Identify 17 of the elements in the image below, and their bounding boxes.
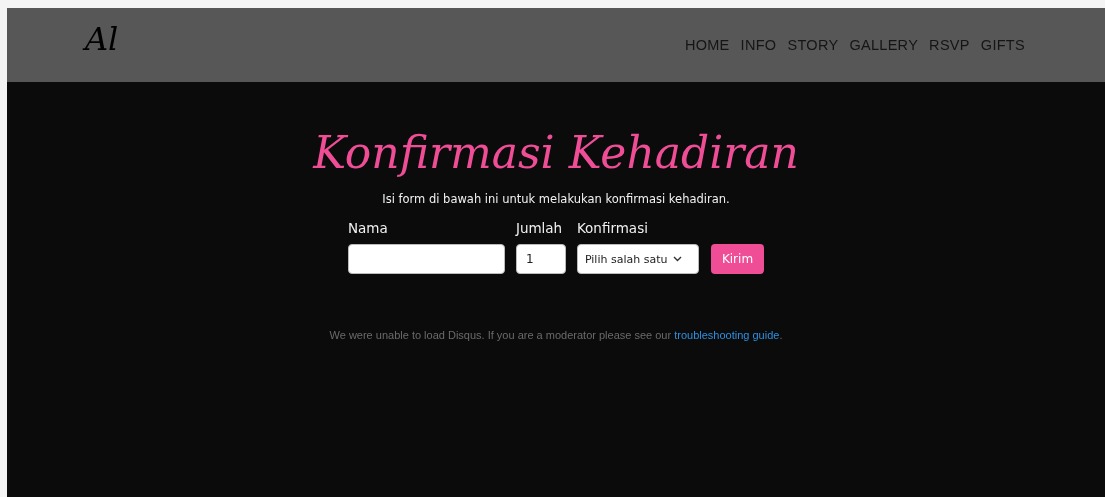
nav-link[interactable]: RSVP [929, 37, 970, 53]
disqus-error-message: We were unable to load Disqus. If you are a moderator please see our troubleshooting guide. [329, 329, 783, 341]
form-instructions: Isi form di bawah ini untuk melakukan konfirmasi kehadiran. [382, 192, 730, 206]
nav-link[interactable]: GALLERY [849, 37, 919, 53]
submit-button[interactable]: Kirim [710, 244, 765, 274]
nav-link[interactable]: INFO [740, 37, 777, 53]
field-label: Jumlah [515, 220, 564, 236]
field-label: Konfirmasi [576, 220, 649, 236]
count-field[interactable]: 1 [515, 244, 566, 274]
nav-link[interactable]: GIFTS [980, 37, 1025, 53]
name-field[interactable] [347, 244, 505, 274]
field-label: Nama [347, 220, 389, 236]
nav-link[interactable]: STORY [787, 37, 839, 53]
page-title: Konfirmasi Kehadiran [313, 126, 799, 180]
dropdown[interactable]: Pilih salah satu [576, 244, 699, 274]
nav-link[interactable]: HOME [684, 37, 730, 53]
chevron-down-icon [673, 256, 683, 262]
